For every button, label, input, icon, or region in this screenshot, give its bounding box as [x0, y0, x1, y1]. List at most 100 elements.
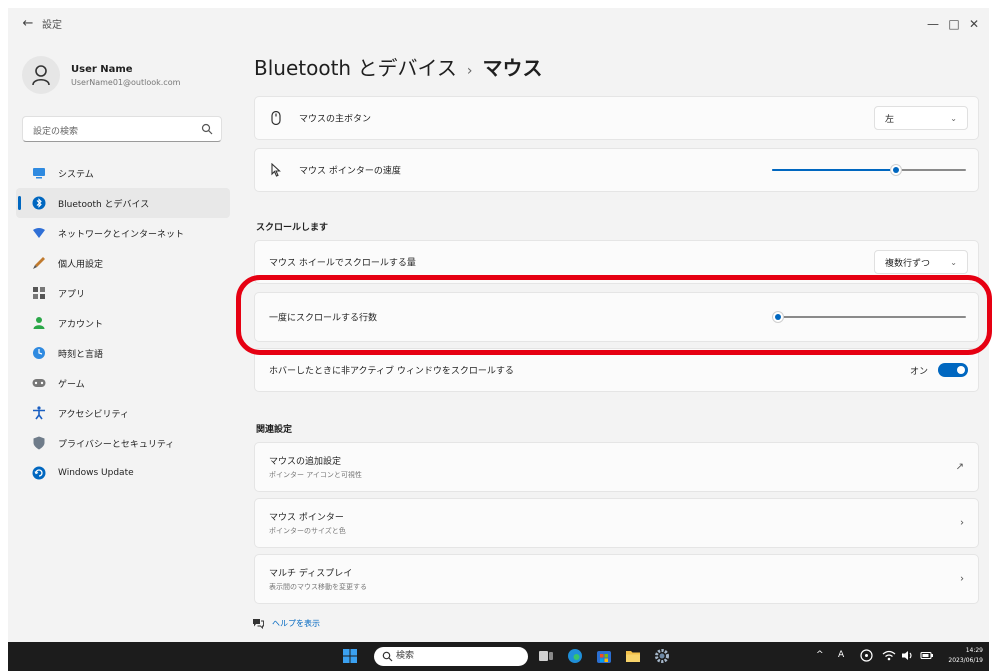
title-bar: ← 設定 — □ ✕: [8, 8, 989, 40]
wheel-scroll-value: 複数行ずつ: [885, 258, 931, 269]
search-input[interactable]: 設定の検索: [22, 116, 222, 142]
network-status-icon[interactable]: [860, 649, 873, 662]
sidebar-item-system[interactable]: システム: [16, 158, 230, 188]
related-item-multi-display[interactable]: マルチ ディスプレイ 表示間のマウス移動を変更する ›: [254, 554, 979, 604]
bluetooth-icon: [32, 196, 46, 210]
edge-icon[interactable]: [567, 648, 583, 664]
user-name: User Name: [71, 64, 133, 75]
lines-to-scroll-slider[interactable]: [771, 310, 966, 324]
user-email: UserName01@outlook.com: [71, 78, 181, 87]
slider-thumb[interactable]: [771, 311, 784, 323]
breadcrumb: Bluetooth とデバイス › マウス: [254, 52, 542, 81]
help-icon: [253, 619, 264, 629]
inactive-scroll-toggle[interactable]: [938, 363, 968, 377]
privacy-icon: [32, 436, 46, 450]
gaming-icon: [32, 376, 46, 390]
wheel-scroll-card: マウス ホイールでスクロールする量 複数行ずつ ⌄: [254, 240, 979, 284]
app-title: 設定: [42, 20, 62, 31]
sidebar-item-label: プライバシーとセキュリティ: [58, 439, 175, 450]
slider-thumb[interactable]: [890, 164, 903, 176]
primary-button-label: マウスの主ボタン: [299, 114, 372, 125]
related-item-sub: ポインター アイコンと可視性: [269, 471, 362, 479]
related-item-sub: 表示間のマウス移動を変更する: [269, 583, 367, 591]
time-language-icon: [32, 346, 46, 360]
sidebar-item-time-language[interactable]: 時刻と言語: [16, 338, 230, 368]
settings-window: ← 設定 — □ ✕ User Name UserName01@outlook.…: [8, 8, 989, 642]
search-placeholder: 設定の検索: [33, 127, 79, 137]
minimize-button[interactable]: —: [923, 14, 943, 34]
sidebar-item-gaming[interactable]: ゲーム: [16, 368, 230, 398]
wheel-scroll-label: マウス ホイールでスクロールする量: [269, 258, 416, 269]
related-item-label: マルチ ディスプレイ: [269, 569, 353, 579]
wheel-scroll-dropdown[interactable]: 複数行ずつ ⌄: [874, 250, 968, 274]
sidebar-item-privacy[interactable]: プライバシーとセキュリティ: [16, 428, 230, 458]
sidebar-item-bluetooth[interactable]: Bluetooth とデバイス: [16, 188, 230, 218]
related-section-title: 関連設定: [256, 425, 293, 435]
apps-icon: [32, 286, 46, 300]
chevron-down-icon: ⌄: [950, 257, 957, 267]
sidebar-item-account[interactable]: アカウント: [16, 308, 230, 338]
help-label: ヘルプを表示: [272, 618, 320, 628]
related-item-sub: ポインターのサイズと色: [269, 527, 346, 535]
sidebar-item-label: ネットワークとインターネット: [58, 229, 185, 240]
clock-time: 14:29: [965, 647, 983, 654]
chevron-right-icon: ›: [960, 517, 964, 529]
back-button[interactable]: ←: [18, 14, 38, 34]
sidebar-item-label: ゲーム: [58, 379, 85, 390]
inactive-scroll-toggle-group: オン: [910, 363, 968, 377]
settings-icon[interactable]: [654, 648, 670, 664]
sidebar-item-label: 時刻と言語: [58, 349, 104, 360]
volume-icon[interactable]: [901, 649, 914, 662]
close-button[interactable]: ✕: [964, 14, 984, 34]
open-external-icon: ↗: [955, 461, 964, 473]
primary-button-value: 左: [885, 114, 895, 125]
pointer-speed-slider[interactable]: [772, 163, 966, 177]
primary-button-dropdown[interactable]: 左 ⌄: [874, 106, 968, 130]
taskbar-search[interactable]: 検索: [374, 647, 528, 666]
store-icon[interactable]: [596, 648, 612, 664]
related-item-text: マルチ ディスプレイ 表示間のマウス移動を変更する: [269, 566, 367, 592]
sidebar-item-label: アカウント: [58, 319, 104, 330]
related-item-label: マウスの追加設定: [269, 457, 342, 467]
mouse-icon: [271, 111, 281, 125]
sidebar-item-accessibility[interactable]: アクセシビリティ: [16, 398, 230, 428]
network-icon: [32, 226, 46, 240]
avatar: [22, 56, 60, 94]
related-item-mouse-additional[interactable]: マウスの追加設定 ポインター アイコンと可視性 ↗: [254, 442, 979, 492]
task-view-icon[interactable]: [538, 648, 554, 664]
pointer-icon: [271, 163, 281, 177]
maximize-button[interactable]: □: [944, 14, 964, 34]
pointer-speed-label: マウス ポインターの速度: [299, 166, 401, 177]
pointer-speed-card: マウス ポインターの速度: [254, 148, 979, 192]
sidebar-item-label: Bluetooth とデバイス: [58, 199, 150, 210]
clock[interactable]: 14:29 2023/06/19: [948, 646, 983, 666]
related-item-text: マウス ポインター ポインターのサイズと色: [269, 510, 346, 536]
sidebar-item-windows-update[interactable]: Windows Update: [16, 458, 230, 488]
file-explorer-icon[interactable]: [625, 648, 641, 664]
inactive-scroll-card: ホバーしたときに非アクティブ ウィンドウをスクロールする オン: [254, 348, 979, 392]
clock-date: 2023/06/19: [948, 657, 983, 664]
personalization-icon: [32, 256, 46, 270]
system-icon: [32, 166, 46, 180]
lines-to-scroll-label: 一度にスクロールする行数: [269, 313, 378, 324]
related-item-mouse-pointer[interactable]: マウス ポインター ポインターのサイズと色 ›: [254, 498, 979, 548]
breadcrumb-parent[interactable]: Bluetooth とデバイス: [254, 56, 457, 80]
breadcrumb-separator: ›: [466, 63, 473, 79]
tray-overflow-icon[interactable]: ^: [816, 650, 824, 660]
windows-update-icon: [32, 466, 46, 480]
page-title: マウス: [482, 56, 543, 80]
lines-to-scroll-card: 一度にスクロールする行数: [254, 292, 979, 342]
ime-indicator[interactable]: A: [838, 650, 844, 660]
sidebar-item-personalization[interactable]: 個人用設定: [16, 248, 230, 278]
help-link[interactable]: ヘルプを表示: [252, 617, 320, 629]
user-profile[interactable]: User Name UserName01@outlook.com: [22, 56, 222, 96]
account-icon: [32, 316, 46, 330]
sidebar-item-apps[interactable]: アプリ: [16, 278, 230, 308]
person-icon: [32, 65, 50, 86]
sidebar-item-network[interactable]: ネットワークとインターネット: [16, 218, 230, 248]
battery-icon[interactable]: [920, 649, 934, 662]
sidebar-item-label: アクセシビリティ: [58, 409, 130, 420]
wifi-icon[interactable]: [882, 649, 896, 662]
slider-track: [772, 316, 966, 318]
start-icon[interactable]: [342, 648, 358, 664]
